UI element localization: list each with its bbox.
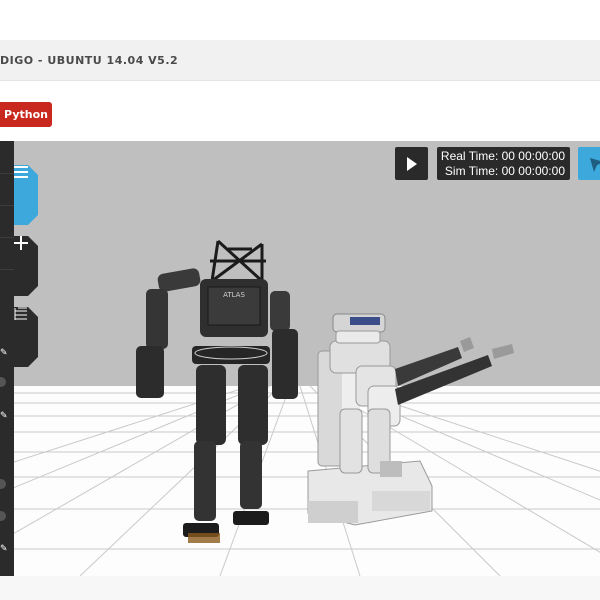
python-button[interactable]: Python <box>0 102 52 127</box>
left-panel-strip: ✎ ✎ ✎ <box>0 141 14 576</box>
cursor-arrow-icon <box>590 158 600 172</box>
status-dot-icon <box>0 377 6 387</box>
strip-divider <box>0 173 14 174</box>
insert-tab[interactable] <box>14 236 38 296</box>
bottom-band <box>0 576 600 600</box>
play-button[interactable] <box>395 147 428 180</box>
3d-viewport[interactable]: ATLAS <box>0 141 600 576</box>
plus-icon <box>14 236 38 296</box>
toolbar <box>0 81 600 141</box>
edit-icon[interactable]: ✎ <box>0 410 10 420</box>
strip-divider <box>0 269 14 270</box>
menu-icon <box>14 165 38 225</box>
menu-tab[interactable] <box>14 165 38 225</box>
robot-label: ATLAS <box>223 291 245 299</box>
window-title: DIGO - UBUNTU 14.04 V5.2 <box>0 54 179 67</box>
real-time: Real Time: 00 00:00:00 <box>440 149 565 163</box>
time-display: Real Time: 00 00:00:00 Sim Time: 00 00:0… <box>437 147 570 180</box>
view-mode-button[interactable] <box>578 147 600 180</box>
edit-icon[interactable]: ✎ <box>0 543 10 553</box>
title-bar: DIGO - UBUNTU 14.04 V5.2 <box>0 40 600 81</box>
status-dot-icon <box>0 479 6 489</box>
strip-divider <box>0 237 14 238</box>
tree-icon <box>14 307 38 367</box>
ground-plane <box>0 386 600 576</box>
play-icon <box>406 156 417 171</box>
top-band <box>0 0 600 40</box>
scene-canvas[interactable]: ATLAS <box>0 141 600 576</box>
sim-time: Sim Time: 00 00:00:00 <box>444 164 565 178</box>
status-dot-icon <box>0 511 6 521</box>
strip-divider <box>0 205 14 206</box>
tree-tab[interactable] <box>14 307 38 367</box>
edit-icon[interactable]: ✎ <box>0 347 10 357</box>
